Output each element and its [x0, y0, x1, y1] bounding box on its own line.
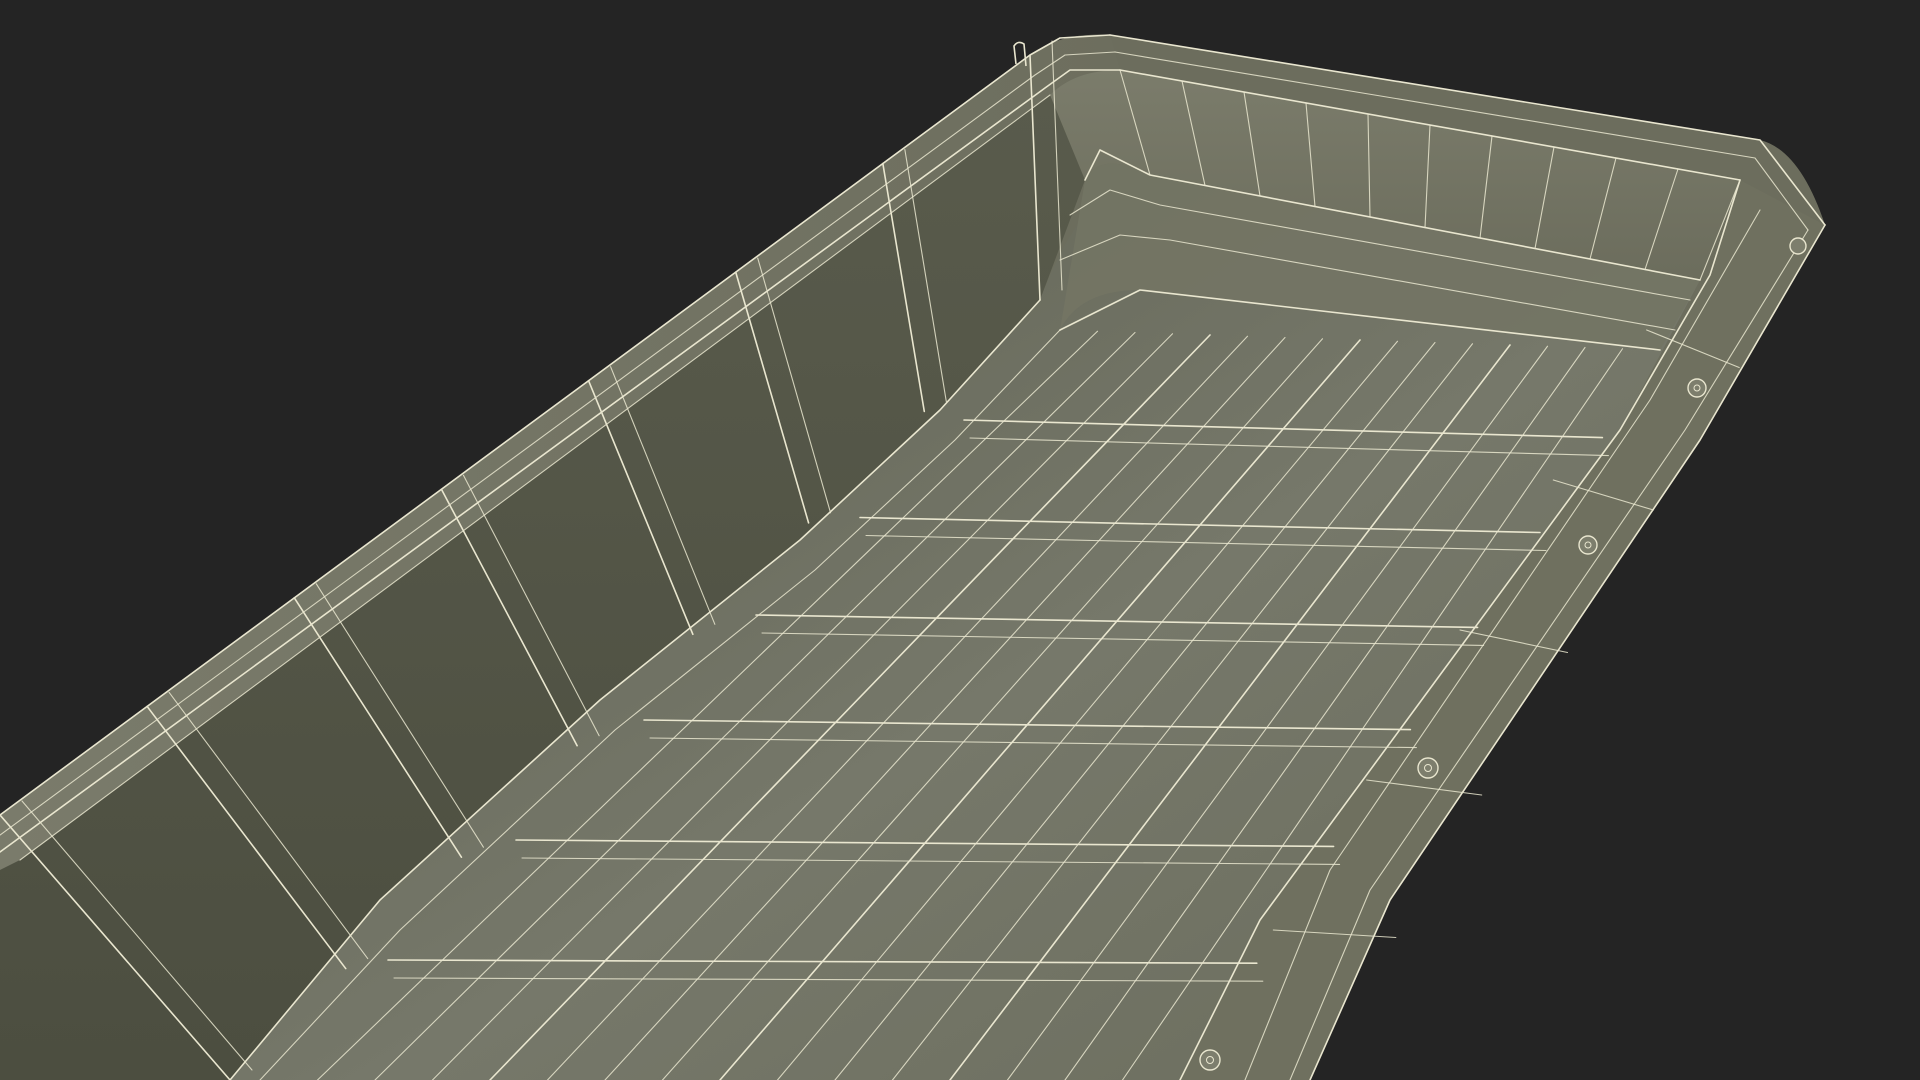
- bolt-icon: [1417, 757, 1439, 779]
- 3d-viewport[interactable]: [0, 0, 1920, 1080]
- bolt-icon: [1687, 378, 1707, 398]
- bolt-icon: [1789, 237, 1807, 255]
- wireframe-render: [0, 34, 1826, 1080]
- bolt-icon: [1199, 1049, 1221, 1071]
- bolt-icon: [1578, 535, 1598, 555]
